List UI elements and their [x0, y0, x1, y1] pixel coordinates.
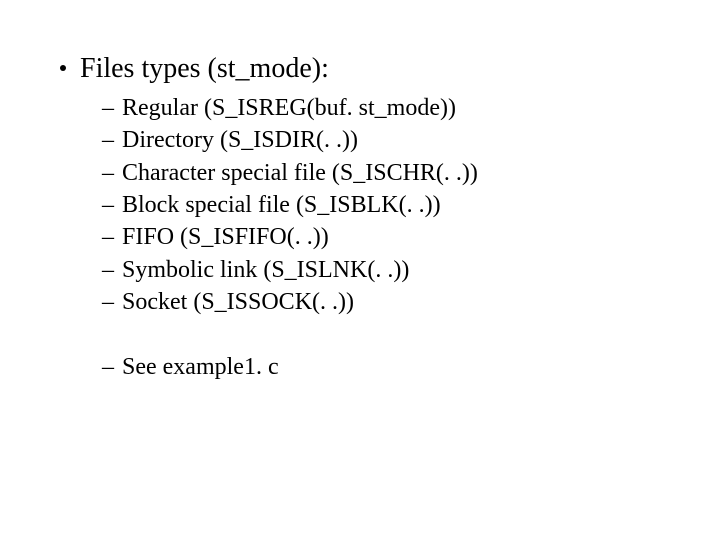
dash-icon: – — [102, 254, 114, 286]
list-item-text: Character special file (S_ISCHR(. .)) — [122, 157, 478, 189]
list-item: – Character special file (S_ISCHR(. .)) — [102, 157, 660, 189]
dash-icon: – — [102, 351, 114, 383]
heading-text: Files types (st_mode): — [80, 50, 329, 88]
bullet-icon — [60, 65, 66, 71]
list-item-text: Block special file (S_ISBLK(. .)) — [122, 189, 441, 221]
list-item: – Directory (S_ISDIR(. .)) — [102, 124, 660, 156]
dash-icon: – — [102, 157, 114, 189]
dash-icon: – — [102, 286, 114, 318]
list-item: – Socket (S_ISSOCK(. .)) — [102, 286, 660, 318]
dash-icon: – — [102, 124, 114, 156]
list-item-text: See example1. c — [122, 351, 279, 383]
list-item: – FIFO (S_ISFIFO(. .)) — [102, 221, 660, 253]
list-item-text: FIFO (S_ISFIFO(. .)) — [122, 221, 329, 253]
heading-row: Files types (st_mode): — [60, 50, 660, 88]
list-item-text: Symbolic link (S_ISLNK(. .)) — [122, 254, 409, 286]
list-item: – See example1. c — [102, 351, 660, 383]
list-item-text: Socket (S_ISSOCK(. .)) — [122, 286, 354, 318]
dash-icon: – — [102, 221, 114, 253]
list-item: – Symbolic link (S_ISLNK(. .)) — [102, 254, 660, 286]
dash-icon: – — [102, 92, 114, 124]
list-item: – Regular (S_ISREG(buf. st_mode)) — [102, 92, 660, 124]
top-bullet: Files types (st_mode): — [60, 50, 660, 88]
slide-container: Files types (st_mode): – Regular (S_ISRE… — [0, 0, 720, 383]
list-item-text: Directory (S_ISDIR(. .)) — [122, 124, 358, 156]
list-item: – Block special file (S_ISBLK(. .)) — [102, 189, 660, 221]
dash-icon: – — [102, 189, 114, 221]
sub-list: – Regular (S_ISREG(buf. st_mode)) – Dire… — [102, 92, 660, 383]
list-item-text: Regular (S_ISREG(buf. st_mode)) — [122, 92, 456, 124]
spacer — [102, 319, 660, 351]
